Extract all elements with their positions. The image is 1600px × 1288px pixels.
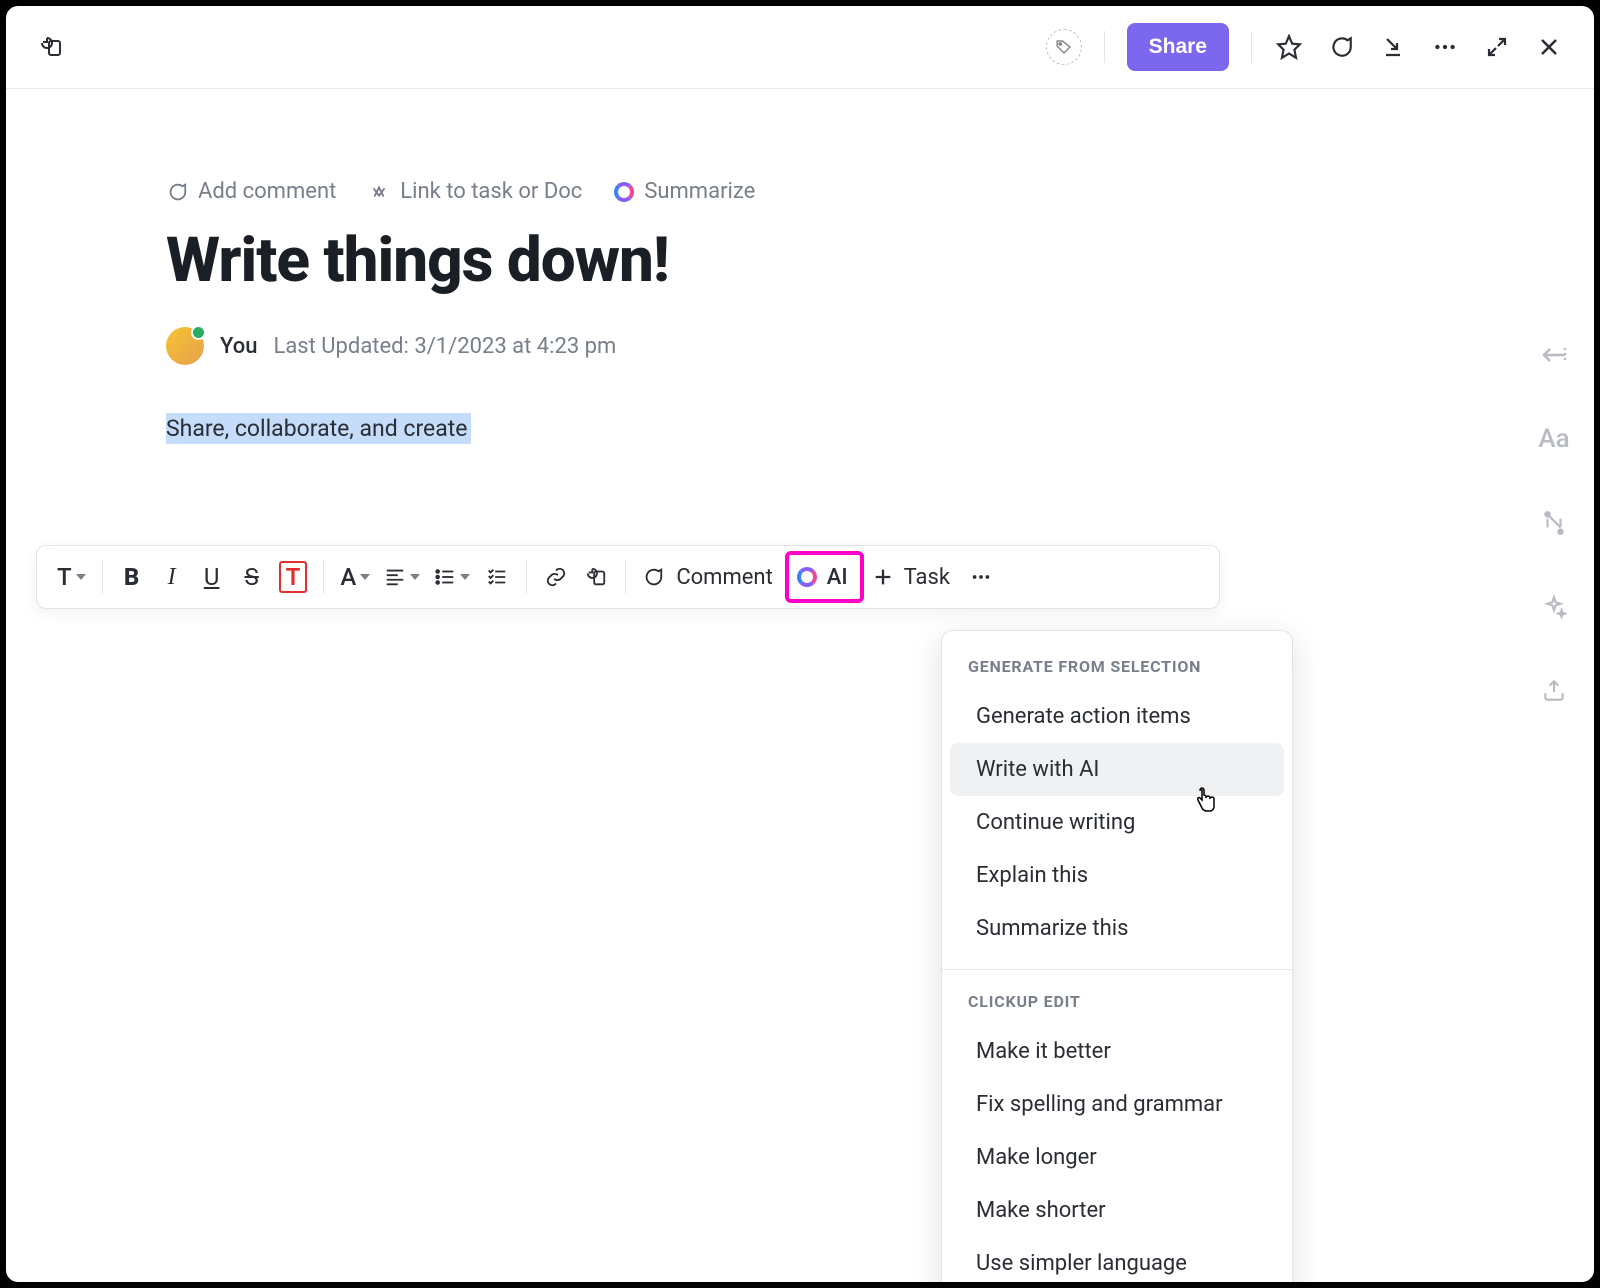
share-button[interactable]: Share: [1127, 23, 1229, 71]
expand-icon[interactable]: [1482, 32, 1512, 62]
separator: [323, 560, 324, 594]
add-comment-action[interactable]: Add comment: [166, 179, 336, 204]
text-type-button[interactable]: T: [51, 555, 92, 599]
summarize-action[interactable]: Summarize: [614, 179, 755, 204]
subtask-button[interactable]: [577, 555, 615, 599]
content-area: Add comment Link to task or Doc Summariz…: [6, 89, 1594, 1282]
ai-menu-item[interactable]: Generate action items: [950, 690, 1284, 743]
text-color-button[interactable]: T: [273, 555, 314, 599]
ai-menu-item[interactable]: Continue writing: [950, 796, 1284, 849]
comment-bubble-icon[interactable]: [1326, 32, 1356, 62]
right-rail: Aa: [1538, 339, 1570, 707]
indent-icon[interactable]: [1538, 339, 1570, 371]
task-label: Task: [900, 565, 954, 590]
ai-menu-item[interactable]: Make it better: [950, 1025, 1284, 1078]
link-button[interactable]: [537, 555, 575, 599]
more-icon[interactable]: [1430, 32, 1460, 62]
tag-icon[interactable]: [1046, 29, 1082, 65]
ai-menu-section-header: CLICKUP EDIT: [942, 984, 1292, 1025]
ai-menu: GENERATE FROM SELECTION Generate action …: [941, 630, 1293, 1282]
ai-menu-item[interactable]: Write with AI: [950, 743, 1284, 796]
align-button[interactable]: [378, 555, 426, 599]
sparkle-icon[interactable]: [1538, 591, 1570, 623]
comment-button[interactable]: Comment: [636, 555, 782, 599]
ai-menu-item[interactable]: Summarize this: [950, 902, 1284, 955]
format-toolbar: T B I U S T A: [36, 545, 1220, 609]
divider: [1251, 31, 1252, 63]
ai-ring-icon: [614, 182, 634, 202]
task-button[interactable]: Task: [866, 555, 960, 599]
avatar[interactable]: [166, 327, 204, 365]
byline: You Last Updated: 3/1/2023 at 4:23 pm: [166, 327, 1434, 365]
font-color-label: A: [340, 563, 356, 591]
ai-button[interactable]: AI: [785, 551, 864, 603]
star-icon[interactable]: [1274, 32, 1304, 62]
upload-share-icon[interactable]: [1538, 675, 1570, 707]
caret-icon: [76, 574, 86, 580]
ai-menu-section-header: GENERATE FROM SELECTION: [942, 649, 1292, 690]
comment-label: Comment: [672, 565, 776, 590]
checklist-button[interactable]: [478, 555, 516, 599]
font-size-icon[interactable]: Aa: [1538, 423, 1570, 455]
caret-icon: [410, 574, 420, 580]
ai-menu-item[interactable]: Make shorter: [950, 1184, 1284, 1237]
download-icon[interactable]: [1378, 32, 1408, 62]
italic-button[interactable]: I: [153, 555, 191, 599]
ai-menu-item[interactable]: Make longer: [950, 1131, 1284, 1184]
font-color-button[interactable]: A: [334, 555, 376, 599]
selected-text[interactable]: Share, collaborate, and create: [166, 413, 471, 444]
ai-menu-item[interactable]: Explain this: [950, 849, 1284, 902]
link-task-label: Link to task or Doc: [400, 179, 582, 204]
underline-button[interactable]: U: [193, 555, 231, 599]
caret-icon: [360, 574, 370, 580]
top-toolbar: Share: [6, 6, 1594, 89]
byline-author: You: [220, 334, 257, 359]
link-task-action[interactable]: Link to task or Doc: [368, 179, 582, 204]
close-icon[interactable]: [1534, 32, 1564, 62]
font-size-label: Aa: [1538, 424, 1569, 454]
add-comment-label: Add comment: [198, 179, 336, 204]
doc-quick-actions: Add comment Link to task or Doc Summariz…: [166, 179, 1434, 204]
separator: [526, 560, 527, 594]
ai-ring-icon: [797, 567, 817, 587]
doc-subtask-icon[interactable]: [36, 32, 66, 62]
ai-label: AI: [823, 565, 852, 590]
divider: [1104, 31, 1105, 63]
bold-button[interactable]: B: [113, 555, 151, 599]
sync-icon[interactable]: [1538, 507, 1570, 539]
menu-divider: [942, 969, 1292, 970]
ai-menu-item[interactable]: Fix spelling and grammar: [950, 1078, 1284, 1131]
document-body[interactable]: Share, collaborate, and create: [166, 415, 1434, 442]
document-window: Share: [6, 6, 1594, 1282]
summarize-label: Summarize: [644, 179, 755, 204]
strike-button[interactable]: S: [233, 555, 271, 599]
text-type-label: T: [57, 563, 72, 591]
separator: [625, 560, 626, 594]
toolbar-more-icon[interactable]: [962, 555, 1000, 599]
separator: [102, 560, 103, 594]
byline-updated: Last Updated: 3/1/2023 at 4:23 pm: [273, 334, 616, 359]
ai-menu-item[interactable]: Use simpler language: [950, 1237, 1284, 1282]
caret-icon: [460, 574, 470, 580]
bullet-list-button[interactable]: [428, 555, 476, 599]
page-title[interactable]: Write things down!: [166, 224, 1434, 297]
